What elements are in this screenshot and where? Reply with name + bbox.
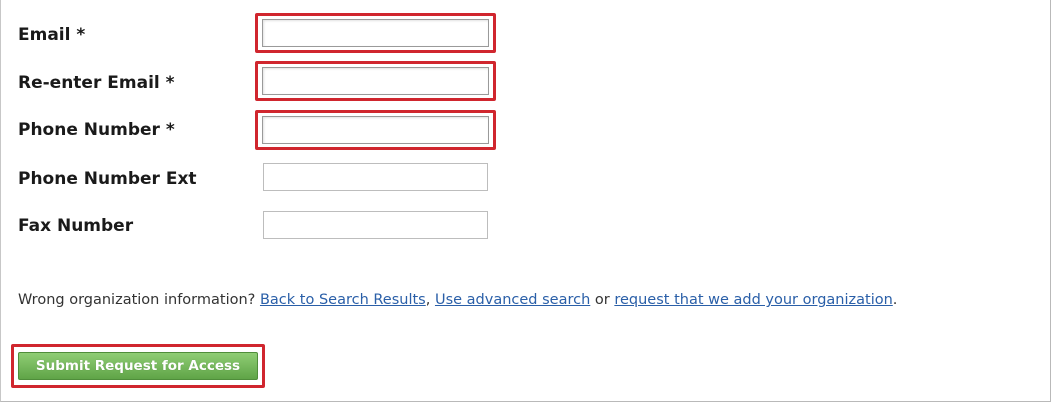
org-notice-or: or — [590, 292, 615, 308]
advanced-search-link[interactable]: Use advanced search — [435, 292, 590, 308]
phone-number-field[interactable] — [262, 116, 489, 144]
phone-number-label: Phone Number * — [18, 120, 175, 140]
add-organization-link[interactable]: request that we add your organization — [614, 292, 892, 308]
fax-number-field[interactable] — [263, 211, 488, 239]
fax-number-label: Fax Number — [18, 216, 134, 236]
org-notice-period: . — [892, 292, 898, 308]
reenter-email-label: Re-enter Email * — [18, 73, 175, 93]
reenter-email-required-highlight — [255, 61, 496, 101]
org-notice-text: Wrong organization information? — [18, 292, 260, 308]
phone-number-required-highlight — [255, 110, 496, 150]
email-field[interactable] — [262, 19, 489, 47]
back-to-search-results-link[interactable]: Back to Search Results — [260, 292, 426, 308]
form-panel: Email * Re-enter Email * Phone Number * … — [0, 0, 1051, 402]
submit-request-button[interactable]: Submit Request for Access — [18, 352, 258, 380]
reenter-email-field[interactable] — [262, 67, 489, 95]
email-required-highlight — [255, 13, 496, 53]
org-notice-separator: , — [425, 292, 435, 308]
submit-highlight: Submit Request for Access — [11, 344, 265, 388]
email-label: Email * — [18, 25, 86, 45]
phone-ext-label: Phone Number Ext — [18, 169, 197, 189]
org-notice: Wrong organization information? Back to … — [18, 290, 897, 310]
phone-ext-field[interactable] — [263, 163, 488, 191]
